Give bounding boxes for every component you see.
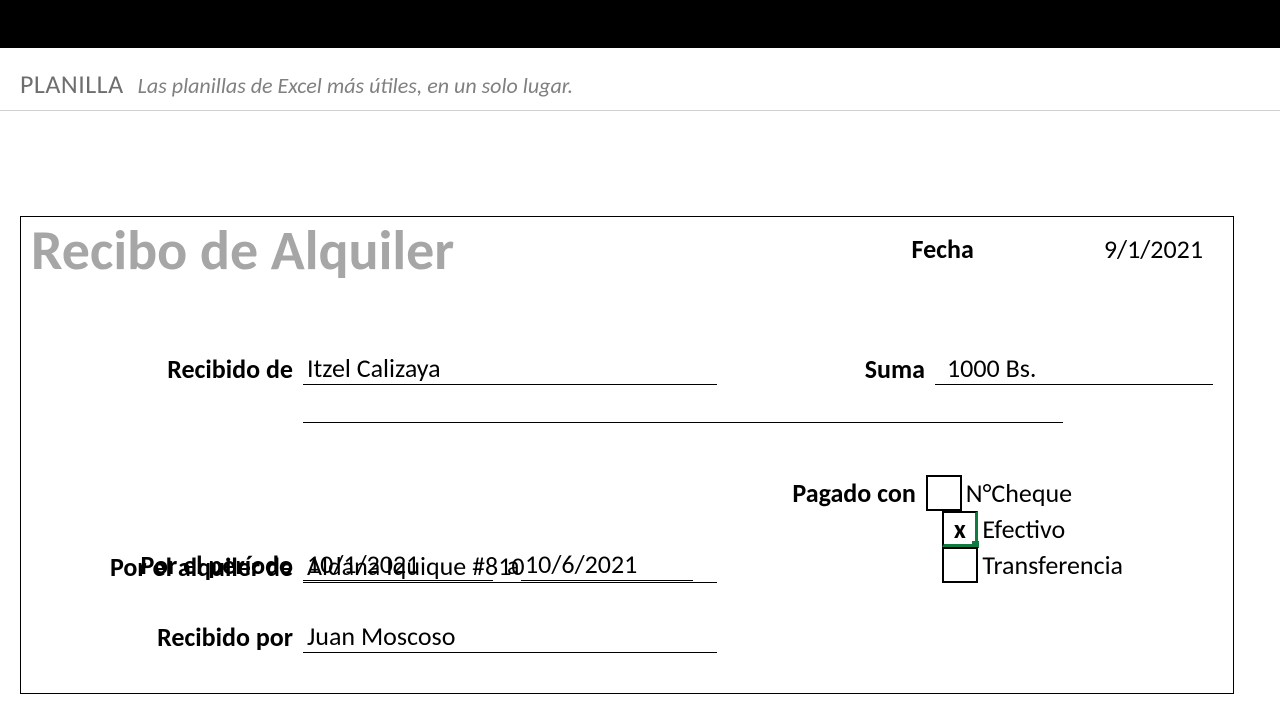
date-label: Fecha [912,233,974,265]
paid-with-row-cheque: Pagado con N°Cheque [792,475,1123,511]
header: PLANILLA Las planillas de Excel más útil… [0,48,1280,111]
paid-with-row-efectivo: x Efectivo [942,511,1123,547]
row-recibido-por: Recibido por Juan Moscoso [31,621,1213,653]
paid-with-label: Pagado con [792,477,915,509]
date-value: 9/1/2021 [1104,233,1203,265]
sum-value: 1000 Bs. [935,353,1213,385]
option-efectivo-label: Efectivo [980,513,1065,545]
receipt-box: Recibo de Alquiler Fecha 9/1/2021 Recibi… [20,216,1234,694]
received-from-value: Itzel Calizaya [303,353,717,385]
receipt-title: Recibo de Alquiler [31,223,454,279]
paid-with-block: Pagado con N°Cheque x Efectivo Transfere… [792,475,1123,583]
title-row: Recibo de Alquiler Fecha 9/1/2021 [31,223,1213,279]
document-page: PLANILLA Las planillas de Excel más útil… [0,48,1280,720]
checkbox-efectivo[interactable]: x [942,511,978,547]
period-label: Por el período [31,549,293,581]
received-by-value: Juan Moscoso [303,621,717,653]
tagline-text: Las planillas de Excel más útiles, en un… [138,72,573,99]
received-from-line2 [303,395,1063,423]
option-cheque-label: N°Cheque [964,477,1072,509]
received-from-label: Recibido de [31,353,293,385]
row-recibido-de: Recibido de Itzel Calizaya Suma 1000 Bs. [31,353,1213,385]
sum-label: Suma [865,353,925,385]
brand-logo-text: PLANILLA [20,68,124,100]
paid-with-row-transferencia: Transferencia [942,547,1123,583]
period-to: 10/6/2021 [521,549,693,581]
period-separator: a [493,549,521,581]
received-by-label: Recibido por [31,621,293,653]
checkbox-transferencia[interactable] [942,547,978,583]
date-block: Fecha 9/1/2021 [912,233,1213,265]
option-transferencia-label: Transferencia [980,549,1123,581]
checkbox-cheque[interactable] [926,475,962,511]
period-from: 10/1/2021 [303,549,493,581]
